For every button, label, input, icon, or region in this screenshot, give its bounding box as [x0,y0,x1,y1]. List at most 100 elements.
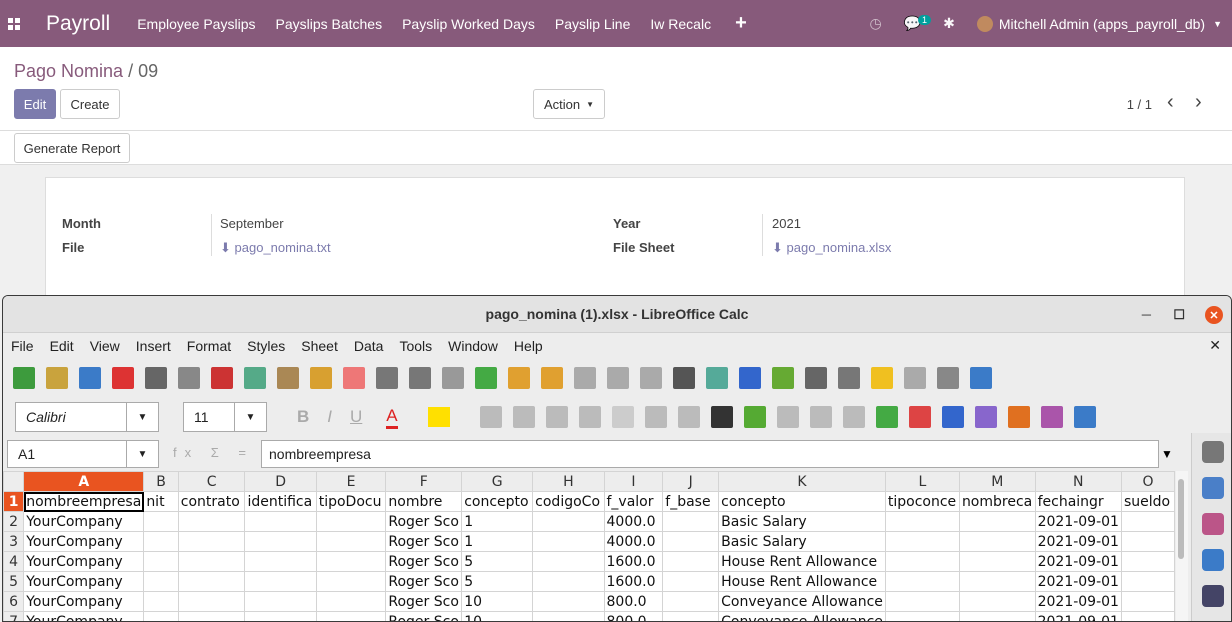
avatar[interactable] [976,15,993,32]
chevron-right-icon[interactable]: › [1195,91,1202,114]
underline-icon[interactable]: U [350,407,362,427]
cell[interactable] [244,511,317,532]
pager-value[interactable]: 1 / 1 [1127,97,1152,112]
column-header[interactable]: B [143,471,179,492]
cell[interactable]: 10 [461,591,534,612]
column-header[interactable]: E [315,471,387,492]
cell[interactable] [244,551,317,572]
cell[interactable]: YourCompany [23,511,145,532]
cell[interactable] [958,611,1036,621]
cell[interactable] [884,551,960,572]
clear-format-icon[interactable] [343,367,365,389]
date-format-icon[interactable] [842,406,865,428]
cell[interactable]: Roger Sco [385,611,463,621]
align-top-icon[interactable] [644,406,667,428]
cell[interactable] [662,611,720,621]
sort-ascending-icon[interactable] [607,367,629,389]
cell[interactable]: YourCompany [23,551,145,572]
cell[interactable]: 1 [461,511,534,532]
app-brand[interactable]: Payroll [46,12,110,36]
cell[interactable] [143,551,179,572]
column-icon[interactable] [541,367,563,389]
insert-image-icon[interactable] [706,367,728,389]
column-header[interactable]: C [177,471,246,492]
print-preview-icon[interactable] [178,367,200,389]
column-header[interactable]: N [1034,471,1122,492]
conditional-format-icon[interactable] [1073,406,1096,428]
cell[interactable]: 10 [461,611,534,621]
row-header[interactable]: 4 [3,551,25,572]
cell[interactable]: 5 [461,571,534,592]
cell[interactable]: YourCompany [23,571,145,592]
cell[interactable]: Conveyance Allowance [718,591,886,612]
chevron-down-icon[interactable]: ▼ [126,441,158,467]
cell[interactable] [244,531,317,552]
row-header[interactable]: 6 [3,591,25,612]
cell[interactable] [1120,591,1175,612]
menu-help[interactable]: Help [514,338,543,354]
cell[interactable] [315,571,387,592]
percent-icon[interactable] [776,406,799,428]
functions-icon[interactable] [1201,585,1224,607]
merge-cells-icon[interactable] [611,406,634,428]
cell[interactable]: 2021-09-01 [1034,531,1122,552]
border-style-icon[interactable] [1040,406,1063,428]
cell[interactable] [315,591,387,612]
cell[interactable]: Conveyance Allowance [718,611,886,621]
cell[interactable] [244,611,317,621]
cell[interactable]: 800.0 [603,591,664,612]
special-character-icon[interactable] [805,367,827,389]
font-name-box[interactable]: Calibri ▼ [15,402,159,432]
cell[interactable]: 2021-09-01 [1034,571,1122,592]
row-header[interactable]: 1 [3,491,25,512]
cell[interactable] [143,611,179,621]
menu-tools[interactable]: Tools [399,338,432,354]
sort-icon[interactable] [574,367,596,389]
menu-edit[interactable]: Edit [50,338,74,354]
cell[interactable]: Basic Salary [718,511,886,532]
cell[interactable]: Roger Sco [385,591,463,612]
row-header[interactable]: 5 [3,571,25,592]
redo-icon[interactable] [409,367,431,389]
autofilter-icon[interactable] [673,367,695,389]
row-header[interactable]: 2 [3,511,25,532]
find-replace-icon[interactable] [442,367,464,389]
cell[interactable] [143,511,179,532]
minimize-icon[interactable]: ─ [1142,307,1151,322]
navigator-icon[interactable] [1201,513,1224,535]
cell[interactable]: 2021-09-01 [1034,611,1122,621]
clock-icon[interactable]: ◷ [869,15,881,32]
user-menu[interactable]: Mitchell Admin (apps_payroll_db) [999,16,1205,32]
new-icon[interactable] [13,367,35,389]
column-header[interactable]: A [23,471,145,492]
column-header[interactable]: I [603,471,664,492]
cell[interactable] [958,591,1036,612]
cell[interactable]: 800.0 [603,611,664,621]
cell[interactable] [1120,551,1175,572]
cell[interactable] [315,551,387,572]
cell[interactable]: YourCompany [23,531,145,552]
undo-icon[interactable] [376,367,398,389]
copy-icon[interactable] [244,367,266,389]
cell[interactable] [884,531,960,552]
column-header[interactable]: F [385,471,463,492]
number-format-icon[interactable] [809,406,832,428]
file-sheet-download-link[interactable]: ⬇ pago_nomina.xlsx [772,240,891,256]
cell[interactable]: sueldo [1120,491,1175,512]
cell[interactable] [143,531,179,552]
cell[interactable]: tipoDocu [315,491,387,512]
menu-payslips-batches[interactable]: Payslips Batches [275,16,382,32]
cell[interactable] [532,611,605,621]
row-icon[interactable] [508,367,530,389]
edit-button[interactable]: Edit [14,89,56,119]
cell[interactable]: 2021-09-01 [1034,591,1122,612]
plus-icon[interactable]: + [735,12,747,35]
define-print-area-icon[interactable] [937,367,959,389]
cell[interactable] [244,591,317,612]
generate-report-button[interactable]: Generate Report [14,133,130,163]
cell[interactable] [958,531,1036,552]
bug-icon[interactable]: ✱ [943,15,955,32]
align-center-icon[interactable] [512,406,535,428]
open-icon[interactable] [46,367,68,389]
cell[interactable] [532,531,605,552]
